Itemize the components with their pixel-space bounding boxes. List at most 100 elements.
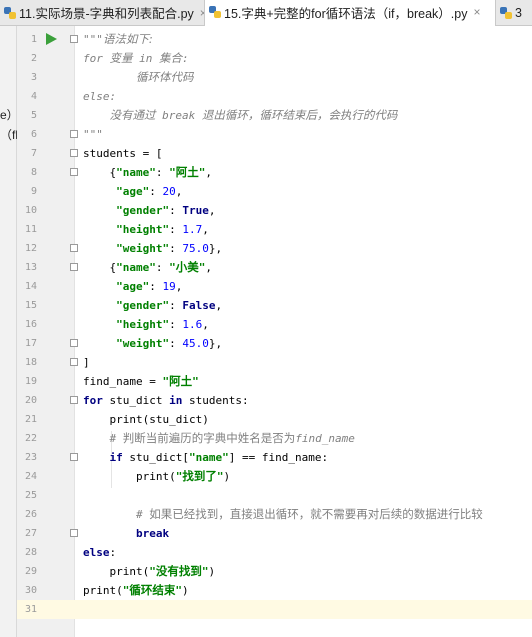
line-number: 16 xyxy=(24,319,37,330)
code-token: 语法如下: xyxy=(102,32,153,46)
code-token: "weight" xyxy=(116,337,170,350)
code-line[interactable]: 20 for stu_dict in students: xyxy=(17,391,532,410)
tab-label: 15.字典+完整的for循环语法（if，break）.py xyxy=(224,6,468,21)
code-line[interactable]: 28 else: xyxy=(17,543,532,562)
code-line[interactable]: 13 {"name": "小美", xyxy=(17,258,532,277)
code-token: { xyxy=(83,166,117,179)
code-token: stu_dict[ xyxy=(122,451,189,464)
line-number: 26 xyxy=(24,509,37,520)
code-token: }, xyxy=(208,242,223,255)
code-line[interactable]: 23 if stu_dict["name"] == find_name: xyxy=(17,448,532,467)
code-token: students: xyxy=(182,394,249,407)
code-text: """ xyxy=(83,125,103,144)
code-line[interactable]: 18] xyxy=(17,353,532,372)
line-number: 10 xyxy=(24,205,37,216)
code-token: # xyxy=(83,508,150,521)
code-token: "name" xyxy=(188,451,229,464)
fold-icon[interactable] xyxy=(70,358,78,366)
code-line[interactable]: 29 print("没有找到") xyxy=(17,562,532,581)
code-line[interactable]: 1 """语法如下: xyxy=(17,30,532,49)
code-line[interactable]: 17 "weight": 45.0}, xyxy=(17,334,532,353)
code-line[interactable]: 31 xyxy=(17,600,532,619)
line-number: 2 xyxy=(30,53,37,64)
code-token: ) xyxy=(208,565,216,578)
code-token: "name" xyxy=(116,166,156,179)
line-number: 29 xyxy=(24,566,37,577)
code-token: 45.0 xyxy=(182,337,209,350)
tab-file-3[interactable]: 3 xyxy=(495,0,532,25)
line-number: 28 xyxy=(24,547,37,558)
code-line[interactable]: 10 "gender": True, xyxy=(17,201,532,220)
fold-icon[interactable] xyxy=(70,130,78,138)
fold-icon[interactable] xyxy=(70,529,78,537)
line-number: 4 xyxy=(30,91,37,102)
code-token: " xyxy=(149,565,156,578)
line-number: 7 xyxy=(30,148,37,159)
code-text: 没有通过 break 退出循环，循环结束后，会执行的代码 xyxy=(83,106,398,125)
tab-file-15-active[interactable]: 15.字典+完整的for循环语法（if，break）.py × xyxy=(205,0,495,26)
line-number: 19 xyxy=(24,376,37,387)
code-line[interactable]: 3 循环体代码 xyxy=(17,68,532,87)
code-token: , xyxy=(205,261,212,274)
code-line[interactable]: 7 students = [ xyxy=(17,144,532,163)
code-token: 小美 xyxy=(175,260,199,274)
code-line[interactable]: 22 # 判断当前遍历的字典中姓名是否为find_name xyxy=(17,429,532,448)
code-line[interactable]: 4 else: xyxy=(17,87,532,106)
code-text: "age": 19, xyxy=(83,277,182,296)
code-line[interactable]: 9 "age": 20, xyxy=(17,182,532,201)
code-line[interactable]: 12 "weight": 75.0}, xyxy=(17,239,532,258)
close-icon[interactable]: × xyxy=(473,5,480,19)
line-number: 1 xyxy=(30,34,37,45)
code-token: }, xyxy=(208,337,223,350)
code-line[interactable]: 14 "age": 19, xyxy=(17,277,532,296)
fold-icon[interactable] xyxy=(70,453,78,461)
code-text: "height": 1.6, xyxy=(83,315,209,334)
code-token: break xyxy=(155,109,202,122)
code-token: break xyxy=(135,527,170,540)
fold-icon[interactable] xyxy=(70,339,78,347)
panel-text-fragment: （fl xyxy=(0,128,19,142)
code-token: 没有通过 xyxy=(109,108,156,122)
code-line[interactable]: 30 print("循环结束") xyxy=(17,581,532,600)
code-line[interactable]: 24 print("找到了") xyxy=(17,467,532,486)
code-line[interactable]: 26 # 如果已经找到，直接退出循环，就不需要再对后续的数据进行比较 xyxy=(17,505,532,524)
code-line[interactable]: 19 find_name = "阿土" xyxy=(17,372,532,391)
fold-icon[interactable] xyxy=(70,244,78,252)
code-line[interactable]: 25 xyxy=(17,486,532,505)
line-number: 3 xyxy=(30,72,37,83)
code-token: print(stu_dict) xyxy=(83,413,209,426)
code-token: , xyxy=(175,280,183,293)
code-token: , xyxy=(202,223,209,236)
code-text: print("没有找到") xyxy=(83,562,215,581)
fold-icon[interactable] xyxy=(70,263,78,271)
code-token: "height" xyxy=(116,223,170,236)
code-line[interactable]: 6 """ xyxy=(17,125,532,144)
code-line[interactable]: 15 "gender": False, xyxy=(17,296,532,315)
code-line[interactable]: 2 for 变量 in 集合: xyxy=(17,49,532,68)
code-line[interactable]: 8 {"name": "阿土", xyxy=(17,163,532,182)
code-line[interactable]: 5 没有通过 break 退出循环，循环结束后，会执行的代码 xyxy=(17,106,532,125)
fold-icon[interactable] xyxy=(70,396,78,404)
code-token: print( xyxy=(83,584,123,597)
code-text: for stu_dict in students: xyxy=(83,391,249,410)
code-editor[interactable]: 1 """语法如下: 2 for 变量 in 集合: 3 循环体代码 4 else: 5 没有… xyxy=(17,30,532,619)
code-token: , xyxy=(208,204,216,217)
fold-icon[interactable] xyxy=(70,149,78,157)
code-line[interactable]: 16 "height": 1.6, xyxy=(17,315,532,334)
tab-file-11[interactable]: 11.实际场景-字典和列表配合.py × xyxy=(0,0,205,25)
fold-icon[interactable] xyxy=(70,168,78,176)
code-token: , xyxy=(215,299,223,312)
code-text: if stu_dict["name"] == find_name: xyxy=(83,448,329,467)
code-token: : xyxy=(182,52,189,65)
code-line[interactable]: 27 break xyxy=(17,524,532,543)
run-arrow-icon[interactable] xyxy=(46,33,57,45)
fold-icon[interactable] xyxy=(70,35,78,43)
code-line[interactable]: 21 print(stu_dict) xyxy=(17,410,532,429)
code-token: print( xyxy=(83,470,176,483)
code-line[interactable]: 11 "height": 1.7, xyxy=(17,220,532,239)
